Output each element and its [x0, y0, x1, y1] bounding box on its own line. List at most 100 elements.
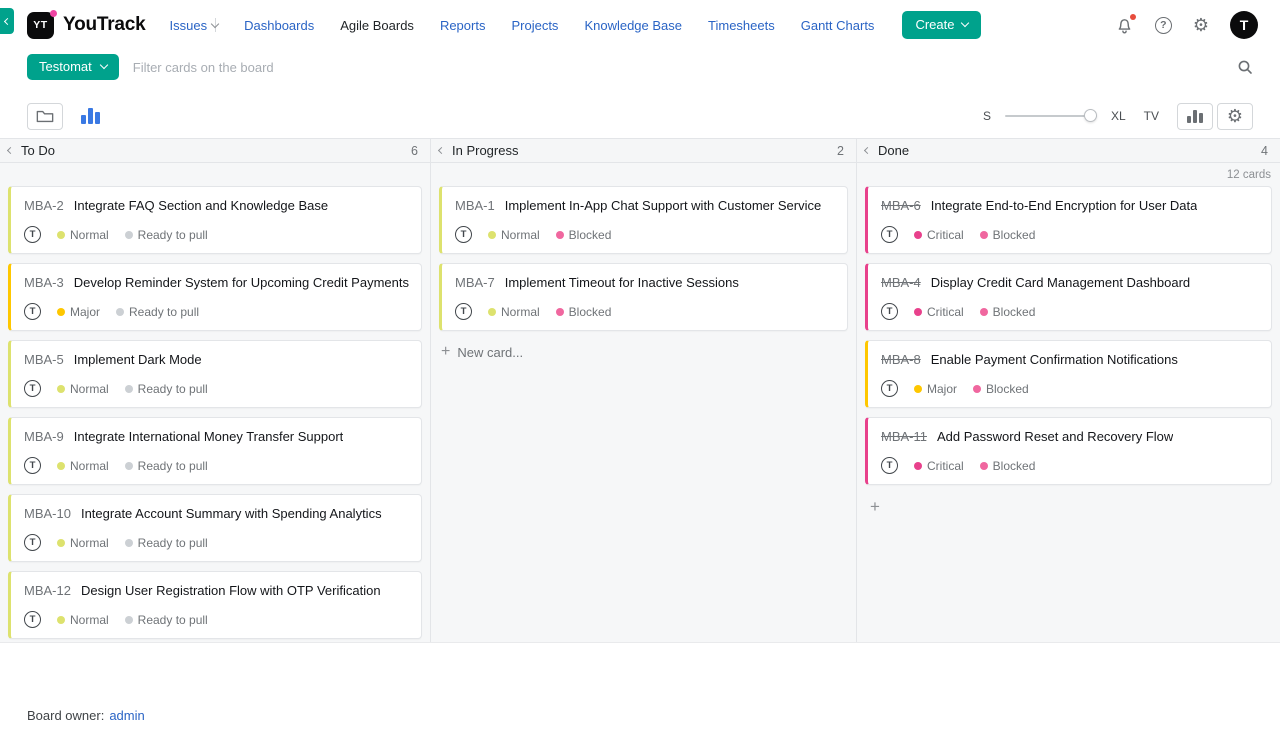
card-title[interactable]: Implement Dark Mode — [74, 352, 202, 367]
card-avatar-icon[interactable]: T — [24, 380, 41, 397]
card-avatar-icon[interactable]: T — [24, 303, 41, 320]
collapse-column-icon[interactable] — [7, 147, 14, 154]
board-card-mba-12[interactable]: MBA-12 Design User Registration Flow with… — [8, 571, 422, 639]
settings-gear-icon[interactable]: ⚙ — [1193, 16, 1209, 34]
state-field[interactable]: Blocked — [973, 382, 1029, 396]
state-field[interactable]: Ready to pull — [125, 613, 208, 627]
board-card-mba-9[interactable]: MBA-9 Integrate International Money Trans… — [8, 417, 422, 485]
board-card-mba-1[interactable]: MBA-1 Implement In-App Chat Support with … — [439, 186, 848, 254]
nav-item-knowledge-base[interactable]: Knowledge Base — [584, 18, 682, 33]
nav-item-timesheets[interactable]: Timesheets — [708, 18, 775, 33]
board-card-mba-6[interactable]: MBA-6 Integrate End-to-End Encryption for… — [865, 186, 1272, 254]
card-title[interactable]: Implement Timeout for Inactive Sessions — [505, 275, 739, 290]
collapse-column-icon[interactable] — [438, 147, 445, 154]
board-card-mba-5[interactable]: MBA-5 Implement Dark Mode T Normal Ready to … — [8, 340, 422, 408]
board-card-mba-11[interactable]: MBA-11 Add Password Reset and Recovery Fl… — [865, 417, 1272, 485]
nav-item-projects[interactable]: Projects — [511, 18, 558, 33]
notifications-bell-icon[interactable] — [1115, 16, 1134, 35]
card-avatar-icon[interactable]: T — [455, 303, 472, 320]
board-settings-button[interactable]: ⚙ — [1217, 103, 1253, 130]
card-id[interactable]: MBA-2 — [24, 198, 64, 213]
state-field[interactable]: Blocked — [556, 228, 612, 242]
card-title[interactable]: Enable Payment Confirmation Notification… — [931, 352, 1178, 367]
board-card-mba-2[interactable]: MBA-2 Integrate FAQ Section and Knowledge… — [8, 186, 422, 254]
card-avatar-icon[interactable]: T — [881, 226, 898, 243]
priority-field[interactable]: Critical — [914, 228, 964, 242]
state-field[interactable]: Ready to pull — [125, 536, 208, 550]
priority-field[interactable]: Normal — [57, 536, 109, 550]
priority-field[interactable]: Major — [914, 382, 957, 396]
card-id[interactable]: MBA-4 — [881, 275, 921, 290]
board-card-mba-4[interactable]: MBA-4 Display Credit Card Management Dash… — [865, 263, 1272, 331]
card-id[interactable]: MBA-10 — [24, 506, 71, 521]
card-title[interactable]: Integrate Account Summary with Spending … — [81, 506, 382, 521]
card-id[interactable]: MBA-7 — [455, 275, 495, 290]
tv-mode-button[interactable]: TV — [1144, 109, 1159, 123]
card-avatar-icon[interactable]: T — [24, 534, 41, 551]
nav-item-dashboards[interactable]: Dashboards — [244, 18, 314, 33]
nav-item-gantt-charts[interactable]: Gantt Charts — [801, 18, 875, 33]
priority-field[interactable]: Normal — [57, 613, 109, 627]
card-title[interactable]: Display Credit Card Management Dashboard — [931, 275, 1190, 290]
card-title[interactable]: Implement In-App Chat Support with Custo… — [505, 198, 821, 213]
priority-field[interactable]: Normal — [488, 305, 540, 319]
card-title[interactable]: Add Password Reset and Recovery Flow — [937, 429, 1173, 444]
card-id[interactable]: MBA-11 — [881, 429, 927, 444]
state-field[interactable]: Ready to pull — [125, 228, 208, 242]
state-field[interactable]: Ready to pull — [125, 382, 208, 396]
board-owner-link[interactable]: admin — [109, 708, 144, 723]
search-icon[interactable] — [1237, 59, 1253, 75]
card-id[interactable]: MBA-12 — [24, 583, 71, 598]
board-card-mba-10[interactable]: MBA-10 Integrate Account Summary with Spe… — [8, 494, 422, 562]
card-avatar-icon[interactable]: T — [881, 457, 898, 474]
board-card-mba-7[interactable]: MBA-7 Implement Timeout for Inactive Sess… — [439, 263, 848, 331]
card-id[interactable]: MBA-8 — [881, 352, 921, 367]
card-avatar-icon[interactable]: T — [881, 380, 898, 397]
new-card-button[interactable]: +New card... — [439, 340, 525, 364]
board-card-mba-3[interactable]: MBA-3 Develop Reminder System for Upcomin… — [8, 263, 422, 331]
card-id[interactable]: MBA-3 — [24, 275, 64, 290]
app-logo[interactable]: YT YouTrack — [27, 12, 146, 39]
help-icon[interactable]: ? — [1155, 17, 1172, 34]
card-title[interactable]: Develop Reminder System for Upcoming Cre… — [74, 275, 409, 290]
collapse-column-icon[interactable] — [864, 147, 871, 154]
priority-field[interactable]: Normal — [57, 459, 109, 473]
sidebar-toggle-button[interactable] — [0, 8, 14, 34]
create-button[interactable]: Create — [902, 11, 981, 39]
state-field[interactable]: Blocked — [556, 305, 612, 319]
card-avatar-icon[interactable]: T — [24, 611, 41, 628]
board-card-mba-8[interactable]: MBA-8 Enable Payment Confirmation Notific… — [865, 340, 1272, 408]
card-id[interactable]: MBA-9 — [24, 429, 64, 444]
card-id[interactable]: MBA-5 — [24, 352, 64, 367]
add-card-button[interactable]: + — [865, 494, 880, 515]
card-avatar-icon[interactable]: T — [24, 226, 41, 243]
priority-field[interactable]: Major — [57, 305, 100, 319]
card-title[interactable]: Integrate International Money Transfer S… — [74, 429, 344, 444]
nav-item-reports[interactable]: Reports — [440, 18, 486, 33]
state-field[interactable]: Blocked — [980, 459, 1036, 473]
slider-knob[interactable] — [1084, 109, 1097, 122]
board-columns-view-icon[interactable] — [81, 108, 100, 124]
priority-field[interactable]: Normal — [57, 228, 109, 242]
filter-input[interactable] — [131, 59, 1229, 76]
card-avatar-icon[interactable]: T — [24, 457, 41, 474]
card-size-slider[interactable] — [1005, 109, 1097, 123]
card-title[interactable]: Design User Registration Flow with OTP V… — [81, 583, 381, 598]
card-avatar-icon[interactable]: T — [455, 226, 472, 243]
board-selector-button[interactable]: Testomat — [27, 54, 119, 80]
priority-field[interactable]: Normal — [57, 382, 109, 396]
state-field[interactable]: Ready to pull — [116, 305, 199, 319]
state-field[interactable]: Blocked — [980, 305, 1036, 319]
card-id[interactable]: MBA-6 — [881, 198, 921, 213]
nav-item-agile-boards[interactable]: Agile Boards — [340, 18, 414, 33]
card-title[interactable]: Integrate End-to-End Encryption for User… — [931, 198, 1198, 213]
card-title[interactable]: Integrate FAQ Section and Knowledge Base — [74, 198, 328, 213]
state-field[interactable]: Blocked — [980, 228, 1036, 242]
priority-field[interactable]: Normal — [488, 228, 540, 242]
priority-field[interactable]: Critical — [914, 305, 964, 319]
user-avatar[interactable]: T — [1230, 11, 1258, 39]
state-field[interactable]: Ready to pull — [125, 459, 208, 473]
card-avatar-icon[interactable]: T — [881, 303, 898, 320]
card-id[interactable]: MBA-1 — [455, 198, 495, 213]
chevron-down-icon[interactable] — [211, 19, 219, 27]
